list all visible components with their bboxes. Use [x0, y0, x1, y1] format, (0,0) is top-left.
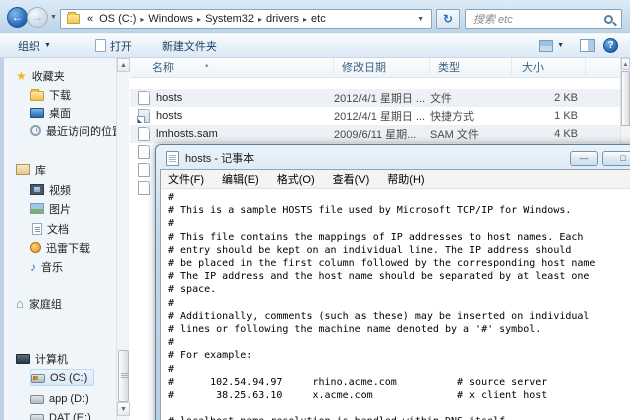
search-input[interactable]: 搜索 etc: [465, 9, 622, 29]
sidebar-group-libraries[interactable]: 库: [16, 161, 46, 178]
open-label: 打开: [109, 40, 132, 53]
menu-format[interactable]: 格式(O): [268, 171, 324, 187]
explorer-toolbar: 组织 ▼ 打开 新建文件夹 ▼ ?: [0, 33, 630, 58]
forward-button[interactable]: →: [27, 7, 48, 28]
caret-down-icon: ▼: [557, 42, 564, 49]
notepad-client-area: 文件(F) 编辑(E) 格式(O) 查看(V) 帮助(H) # # This i…: [160, 169, 630, 420]
notepad-window: hosts - 记事本 — □ 文件(F) 编辑(E) 格式(O) 查看(V) …: [155, 144, 630, 420]
menu-view[interactable]: 查看(V): [324, 171, 379, 187]
shortcut-file-icon: [137, 109, 150, 123]
sort-ascending-icon: ▴: [205, 62, 209, 69]
breadcrumb-overflow[interactable]: «: [84, 13, 96, 25]
notepad-icon: [166, 150, 179, 166]
homegroup-icon: ⌂: [16, 295, 24, 311]
scroll-down-icon[interactable]: ▼: [117, 402, 130, 416]
clock-icon: [30, 125, 41, 136]
sidebar-item-documents[interactable]: 文档: [30, 220, 69, 237]
navigation-pane: ★ 收藏夹 下载 桌面 最近访问的位置 库 视频 图片 文档 迅雷下载 ♪ 音乐…: [4, 58, 123, 420]
sidebar-item-drive-c[interactable]: OS (C:): [30, 369, 95, 386]
breadcrumb-item-os-c[interactable]: OS (C:): [96, 13, 139, 25]
sidebar-item-drive-e[interactable]: DAT (E:): [30, 409, 91, 420]
music-note-icon: ♪: [30, 259, 36, 274]
shortcut-arrow-icon: [138, 119, 142, 123]
thunder-icon: [30, 242, 41, 253]
desktop-screen: ← → ▼ « OS (C:) ▸ Windows ▸ System32 ▸ d…: [0, 0, 630, 420]
search-placeholder: 搜索 etc: [473, 14, 513, 26]
file-icon: [138, 91, 150, 105]
document-icon: [94, 39, 106, 52]
sidebar-item-thunder-downloads[interactable]: 迅雷下载: [30, 239, 90, 256]
minimize-button[interactable]: —: [570, 151, 598, 166]
computer-icon: [16, 354, 30, 364]
file-row-hosts[interactable]: hosts 2012/4/1 星期日 ... 文件 2 KB: [130, 89, 620, 107]
sidebar-item-recent-places[interactable]: 最近访问的位置: [30, 122, 123, 139]
sidebar-item-drive-d[interactable]: app (D:): [30, 390, 89, 407]
notepad-title-bar[interactable]: hosts - 记事本: [160, 149, 630, 167]
notepad-title: hosts - 记事本: [185, 153, 255, 165]
nav-history-caret-icon[interactable]: ▼: [50, 14, 57, 21]
documents-icon: [32, 222, 42, 235]
breadcrumb-item-windows[interactable]: Windows: [145, 13, 196, 25]
desktop-icon: [30, 108, 44, 118]
sidebar-group-favorites[interactable]: ★ 收藏夹: [16, 67, 65, 84]
file-row-hosts-shortcut[interactable]: hosts 2012/4/1 星期日 ... 快捷方式 1 KB: [130, 107, 620, 125]
drive-e-icon: [30, 414, 44, 420]
breadcrumb-item-system32[interactable]: System32: [202, 13, 257, 25]
views-button[interactable]: ▼: [531, 37, 572, 55]
help-button[interactable]: ?: [603, 38, 618, 53]
preview-pane-button[interactable]: [580, 39, 595, 52]
scrollbar-thumb[interactable]: [621, 71, 630, 126]
file-icon: [138, 145, 150, 159]
organize-label: 组织: [18, 40, 40, 53]
downloads-folder-icon: [30, 88, 44, 101]
videos-icon: [30, 184, 44, 195]
organize-button[interactable]: 组织 ▼: [10, 35, 59, 57]
libraries-icon: [16, 164, 30, 175]
folder-icon: [67, 12, 80, 24]
menu-edit[interactable]: 编辑(E): [213, 171, 268, 187]
menu-file[interactable]: 文件(F): [161, 171, 213, 187]
sidebar-item-videos[interactable]: 视频: [30, 181, 71, 198]
search-icon[interactable]: [604, 14, 613, 24]
open-button[interactable]: 打开: [87, 35, 140, 57]
sidebar-item-desktop[interactable]: 桌面: [30, 104, 71, 121]
maximize-button[interactable]: □: [602, 151, 630, 166]
scroll-up-icon[interactable]: ▲: [117, 58, 130, 72]
column-header-size[interactable]: 大小: [512, 58, 586, 78]
address-dropdown-caret-icon[interactable]: ▼: [414, 16, 427, 23]
file-icon: [138, 163, 150, 177]
explorer-address-bar: ← → ▼ « OS (C:) ▸ Windows ▸ System32 ▸ d…: [0, 0, 630, 33]
column-header-date[interactable]: 修改日期: [334, 58, 430, 78]
caret-down-icon: ▼: [44, 42, 51, 49]
navigation-pane-scrollbar[interactable]: ▲ ▼: [116, 58, 130, 420]
pictures-icon: [30, 203, 44, 214]
column-header-type[interactable]: 类型: [430, 58, 512, 78]
scroll-up-icon[interactable]: ▲: [621, 58, 630, 70]
breadcrumb-item-etc[interactable]: etc: [308, 13, 329, 25]
sidebar-item-downloads[interactable]: 下载: [30, 86, 71, 103]
new-folder-label: 新建文件夹: [161, 40, 217, 53]
sidebar-group-homegroup[interactable]: ⌂ 家庭组: [16, 295, 62, 312]
views-icon: [539, 39, 554, 52]
notepad-menu-bar: 文件(F) 编辑(E) 格式(O) 查看(V) 帮助(H): [161, 170, 630, 189]
column-headers: 名称 ▴ 修改日期 类型 大小: [130, 58, 620, 78]
refresh-button[interactable]: ↻: [436, 9, 460, 29]
breadcrumb-item-drivers[interactable]: drivers: [263, 13, 302, 25]
drive-d-icon: [30, 395, 44, 404]
menu-help[interactable]: 帮助(H): [378, 171, 433, 187]
back-button[interactable]: ←: [7, 7, 28, 28]
file-row-lmhosts[interactable]: lmhosts.sam 2009/6/11 星期... SAM 文件 4 KB: [130, 125, 620, 143]
drive-c-icon: [31, 374, 45, 383]
column-header-name[interactable]: 名称 ▴: [130, 58, 334, 78]
scrollbar-thumb[interactable]: [118, 350, 129, 402]
sidebar-item-pictures[interactable]: 图片: [30, 200, 71, 217]
breadcrumb[interactable]: « OS (C:) ▸ Windows ▸ System32 ▸ drivers…: [60, 9, 432, 29]
file-icon: [138, 181, 150, 195]
file-icon: [138, 127, 150, 141]
sidebar-item-music[interactable]: ♪ 音乐: [30, 258, 63, 275]
new-folder-button[interactable]: 新建文件夹: [154, 35, 225, 57]
notepad-text-area[interactable]: # # This is a sample HOSTS file used by …: [161, 189, 630, 420]
sidebar-group-computer[interactable]: 计算机: [16, 350, 68, 367]
star-icon: ★: [16, 68, 27, 83]
